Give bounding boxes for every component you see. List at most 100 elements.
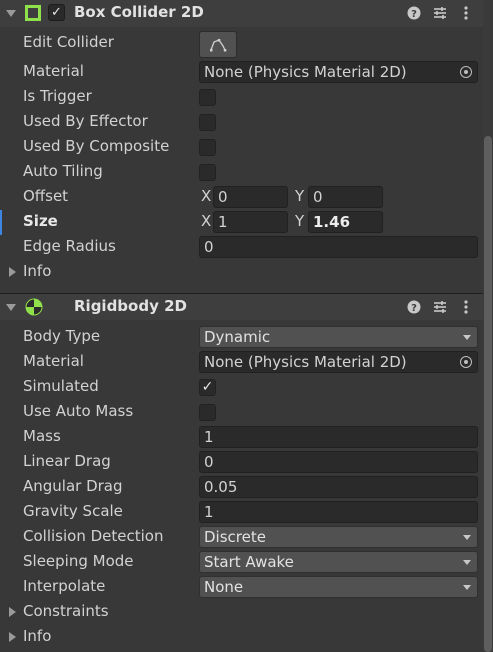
row-rigidbody-material: Material None (Physics Material 2D) — [0, 350, 483, 375]
more-icon[interactable] — [459, 298, 473, 316]
row-is-trigger: Is Trigger — [0, 85, 483, 110]
angular-drag-label: Angular Drag — [23, 477, 123, 495]
material-value: None (Physics Material 2D) — [204, 63, 407, 81]
help-icon[interactable]: ? — [407, 298, 421, 316]
row-offset: Offset X 0 Y 0 — [0, 185, 483, 210]
offset-y-label[interactable]: Y — [295, 187, 304, 205]
row-collider-material: Material None (Physics Material 2D) — [0, 60, 483, 85]
row-constraints[interactable]: Constraints — [0, 600, 483, 625]
rigidbody-2d-icon — [25, 298, 43, 320]
used-by-effector-checkbox[interactable] — [199, 114, 216, 131]
edit-collider-label: Edit Collider — [23, 33, 114, 51]
row-used-by-effector: Used By Effector — [0, 110, 483, 135]
body-type-dropdown[interactable]: Dynamic — [199, 326, 478, 348]
size-x-field[interactable]: 1 — [213, 211, 288, 233]
row-size: Size X 1 Y 1.46 — [0, 210, 483, 235]
component-title: Box Collider 2D — [74, 3, 204, 21]
size-y-label[interactable]: Y — [295, 212, 304, 230]
angular-drag-field[interactable]: 0.05 — [199, 476, 478, 498]
material-label: Material — [23, 62, 84, 80]
row-auto-tiling: Auto Tiling — [0, 160, 483, 185]
dropdown-arrow-icon — [463, 335, 471, 340]
dropdown-arrow-icon — [463, 585, 471, 590]
info-label[interactable]: Info — [23, 262, 51, 280]
interpolate-value: None — [204, 578, 244, 596]
component-title: Rigidbody 2D — [74, 297, 187, 315]
size-label: Size — [23, 212, 58, 230]
dropdown-arrow-icon — [463, 535, 471, 540]
object-picker-icon[interactable] — [460, 66, 472, 78]
offset-x-field[interactable]: 0 — [213, 186, 288, 208]
mass-field[interactable]: 1 — [199, 426, 478, 448]
row-mass: Mass 1 — [0, 425, 483, 450]
interpolate-dropdown[interactable]: None — [199, 576, 478, 598]
dropdown-arrow-icon — [463, 560, 471, 565]
info-label[interactable]: Info — [23, 627, 51, 645]
linear-drag-label: Linear Drag — [23, 452, 111, 470]
rigidbody-header[interactable]: Rigidbody 2D ? — [0, 293, 483, 320]
size-y-field[interactable]: 1.46 — [308, 211, 383, 233]
sleeping-mode-label: Sleeping Mode — [23, 552, 134, 570]
sleeping-mode-value: Start Awake — [204, 553, 294, 571]
is-trigger-checkbox[interactable] — [199, 89, 216, 106]
row-sleeping-mode: Sleeping Mode Start Awake — [0, 550, 483, 575]
row-angular-drag: Angular Drag 0.05 — [0, 475, 483, 500]
offset-y-field[interactable]: 0 — [308, 186, 383, 208]
row-collision-detection: Collision Detection Discrete — [0, 525, 483, 550]
preset-icon[interactable] — [433, 4, 447, 22]
use-auto-mass-label: Use Auto Mass — [23, 402, 134, 420]
auto-tiling-label: Auto Tiling — [23, 162, 103, 180]
row-interpolate: Interpolate None — [0, 575, 483, 600]
edit-collider-button[interactable] — [199, 31, 237, 58]
row-used-by-composite: Used By Composite — [0, 135, 483, 160]
simulated-checkbox[interactable]: ✓ — [199, 379, 216, 396]
interpolate-label: Interpolate — [23, 577, 106, 595]
more-icon[interactable] — [459, 4, 473, 22]
gravity-scale-field[interactable]: 1 — [199, 501, 478, 523]
constraints-label[interactable]: Constraints — [23, 602, 109, 620]
foldout-collapsed-icon[interactable] — [9, 632, 16, 642]
size-x-label[interactable]: X — [201, 212, 211, 230]
foldout-expanded-icon[interactable] — [6, 304, 16, 311]
box-collider-2d-icon — [25, 5, 41, 25]
edge-radius-field[interactable]: 0 — [199, 236, 478, 258]
body-type-label: Body Type — [23, 327, 101, 345]
row-collider-info[interactable]: Info — [0, 260, 483, 285]
foldout-collapsed-icon[interactable] — [9, 607, 16, 617]
offset-x-label[interactable]: X — [201, 187, 211, 205]
gravity-scale-label: Gravity Scale — [23, 502, 123, 520]
offset-label: Offset — [23, 187, 69, 205]
row-rigidbody-info[interactable]: Info — [0, 625, 483, 650]
component-enabled-checkbox[interactable]: ✓ — [48, 4, 65, 21]
box-collider-header[interactable]: ✓ Box Collider 2D ? — [0, 0, 483, 27]
sleeping-mode-dropdown[interactable]: Start Awake — [199, 551, 478, 573]
material-value: None (Physics Material 2D) — [204, 353, 407, 371]
simulated-label: Simulated — [23, 377, 99, 395]
row-edge-radius: Edge Radius 0 — [0, 235, 483, 260]
row-body-type: Body Type Dynamic — [0, 325, 483, 350]
material-object-field[interactable]: None (Physics Material 2D) — [199, 61, 478, 83]
modified-indicator — [0, 210, 2, 235]
scrollbar-thumb[interactable] — [484, 136, 492, 652]
inspector-panel: ✓ Box Collider 2D ? Edit Collider Materi… — [0, 0, 483, 652]
collision-detection-value: Discrete — [204, 528, 266, 546]
collision-detection-dropdown[interactable]: Discrete — [199, 526, 478, 548]
mass-label: Mass — [23, 427, 61, 445]
row-edit-collider: Edit Collider — [0, 31, 483, 58]
auto-tiling-checkbox[interactable] — [199, 164, 216, 181]
svg-text:?: ? — [411, 9, 417, 20]
foldout-expanded-icon[interactable] — [6, 10, 16, 17]
use-auto-mass-checkbox[interactable] — [199, 404, 216, 421]
linear-drag-field[interactable]: 0 — [199, 451, 478, 473]
material-label: Material — [23, 352, 84, 370]
foldout-collapsed-icon[interactable] — [9, 267, 16, 277]
edit-collider-icon — [210, 38, 227, 51]
object-picker-icon[interactable] — [460, 356, 472, 368]
used-by-composite-checkbox[interactable] — [199, 139, 216, 156]
material-object-field[interactable]: None (Physics Material 2D) — [199, 351, 478, 373]
preset-icon[interactable] — [433, 298, 447, 316]
edge-radius-label: Edge Radius — [23, 237, 116, 255]
body-type-value: Dynamic — [204, 328, 271, 346]
help-icon[interactable]: ? — [407, 4, 421, 22]
collision-detection-label: Collision Detection — [23, 527, 164, 545]
